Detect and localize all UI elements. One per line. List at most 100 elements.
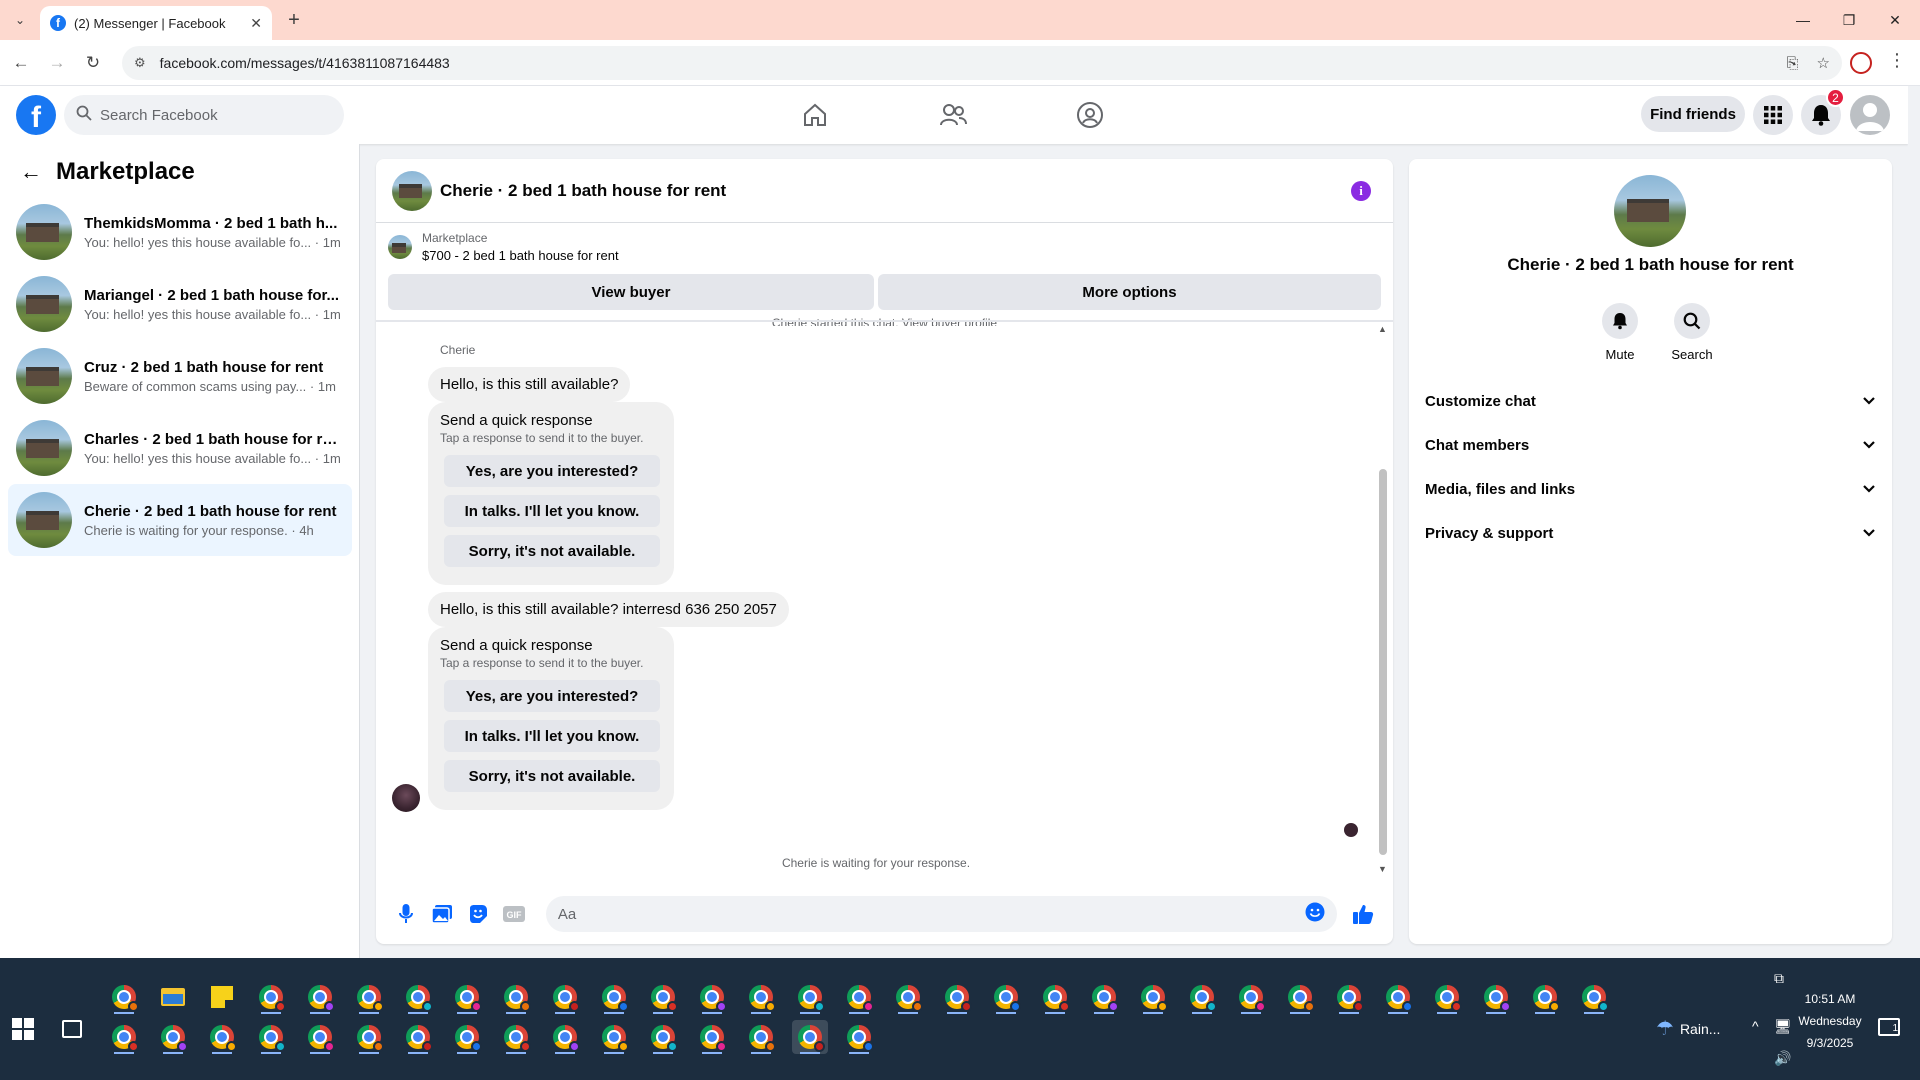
photo-icon[interactable] <box>424 896 460 932</box>
chrome-window-taskbar-icon[interactable] <box>1478 980 1514 1014</box>
chrome-window-taskbar-icon[interactable] <box>498 980 534 1014</box>
message-input-box[interactable] <box>545 896 1338 932</box>
chrome-window-taskbar-icon[interactable] <box>302 1020 338 1054</box>
browser-profile-icon[interactable] <box>1850 52 1872 74</box>
thumbs-up-icon[interactable] <box>1345 896 1381 932</box>
chrome-window-taskbar-icon[interactable] <box>1282 980 1318 1014</box>
facebook-search[interactable] <box>64 95 344 135</box>
chat-scrollbar[interactable]: ▲ ▼ <box>1376 324 1388 874</box>
message-input[interactable] <box>557 905 1306 923</box>
chrome-window-taskbar-icon[interactable] <box>645 980 681 1014</box>
forward-button[interactable]: → <box>44 50 70 76</box>
meet-now-icon[interactable]: ⧉ <box>1774 970 1784 987</box>
scroll-up-arrow-icon[interactable]: ▲ <box>1378 324 1387 334</box>
chat-members-section[interactable]: Chat members <box>1417 423 1884 467</box>
chrome-window-taskbar-icon[interactable] <box>400 980 436 1014</box>
view-buyer-button[interactable]: View buyer <box>388 274 874 310</box>
install-app-icon[interactable]: ⎘ <box>1787 55 1799 72</box>
listing-summary[interactable]: Marketplace $700 - 2 bed 1 bath house fo… <box>388 231 619 263</box>
listing-photo[interactable] <box>1614 175 1686 247</box>
sticky-notes-taskbar-icon[interactable] <box>204 980 240 1014</box>
restore-button[interactable]: ❐ <box>1826 8 1872 32</box>
chrome-window-taskbar-icon[interactable] <box>1037 980 1073 1014</box>
chrome-window-taskbar-icon[interactable] <box>792 980 828 1014</box>
show-hidden-icons-chevron-icon[interactable]: ^ <box>1752 1018 1759 1034</box>
menu-grid-icon[interactable] <box>1753 95 1793 135</box>
close-window-button[interactable]: ✕ <box>1872 8 1918 32</box>
chrome-window-taskbar-icon[interactable] <box>1184 980 1220 1014</box>
chrome-window-taskbar-icon[interactable] <box>841 980 877 1014</box>
chrome-window-taskbar-icon[interactable] <box>155 1020 191 1054</box>
chrome-window-taskbar-icon[interactable] <box>400 1020 436 1054</box>
incoming-message[interactable]: Hello, is this still available? <box>428 367 631 402</box>
quick-response-option[interactable]: Sorry, it's not available. <box>444 760 660 792</box>
scroll-down-arrow-icon[interactable]: ▼ <box>1378 864 1387 874</box>
chrome-window-taskbar-icon[interactable] <box>449 1020 485 1054</box>
browser-menu-icon[interactable]: ⋮ <box>1888 50 1906 71</box>
volume-icon[interactable]: 🔊 <box>1774 1050 1791 1067</box>
chrome-window-taskbar-icon[interactable] <box>1135 980 1171 1014</box>
chrome-window-taskbar-icon[interactable] <box>351 1020 387 1054</box>
conversation-item[interactable]: Mariangel · 2 bed 1 bath house for... Yo… <box>8 268 352 340</box>
page-scrollbar[interactable] <box>1908 86 1920 958</box>
system-clock[interactable]: 10:51 AM Wednesday 9/3/2025 <box>1792 988 1868 1054</box>
reload-button[interactable]: ↻ <box>80 50 106 76</box>
chrome-window-taskbar-icon[interactable] <box>351 980 387 1014</box>
chrome-window-taskbar-icon[interactable] <box>841 1020 877 1054</box>
chrome-window-taskbar-icon[interactable] <box>1380 980 1416 1014</box>
site-info-icon[interactable]: ⚙ <box>134 55 146 71</box>
emoji-icon[interactable] <box>1305 902 1325 927</box>
back-button[interactable]: ← <box>8 50 34 76</box>
chrome-window-taskbar-icon[interactable] <box>1233 980 1269 1014</box>
info-icon[interactable]: i <box>1351 181 1371 201</box>
customize-chat-section[interactable]: Customize chat <box>1417 379 1884 423</box>
chrome-window-taskbar-icon[interactable] <box>1527 980 1563 1014</box>
chrome-window-taskbar-icon[interactable] <box>890 980 926 1014</box>
home-icon[interactable] <box>795 98 835 132</box>
windows-start-icon[interactable] <box>12 1018 34 1040</box>
find-friends-button[interactable]: Find friends <box>1641 96 1745 132</box>
chrome-window-taskbar-icon[interactable] <box>694 980 730 1014</box>
url-text[interactable]: facebook.com/messages/t/4163811087164483 <box>160 55 1769 71</box>
sender-avatar[interactable] <box>392 784 420 812</box>
quick-response-option[interactable]: In talks. I'll let you know. <box>444 720 660 752</box>
conversation-item-active[interactable]: Cherie · 2 bed 1 bath house for rent Che… <box>8 484 352 556</box>
chrome-window-taskbar-icon[interactable] <box>645 1020 681 1054</box>
bookmark-star-icon[interactable]: ☆ <box>1817 54 1830 72</box>
groups-icon[interactable] <box>1070 98 1110 132</box>
chrome-window-taskbar-icon[interactable] <box>1086 980 1122 1014</box>
chrome-window-taskbar-icon[interactable] <box>253 1020 289 1054</box>
conversation-item[interactable]: Charles · 2 bed 1 bath house for rent Yo… <box>8 412 352 484</box>
quick-response-option[interactable]: Yes, are you interested? <box>444 455 660 487</box>
chrome-window-taskbar-icon[interactable] <box>694 1020 730 1054</box>
file-explorer-taskbar-icon[interactable] <box>155 980 191 1014</box>
scrollbar-thumb[interactable] <box>1379 469 1387 855</box>
browser-tab-messenger[interactable]: f (2) Messenger | Facebook ✕ <box>40 6 272 40</box>
chrome-window-taskbar-icon[interactable] <box>547 980 583 1014</box>
chrome-window-taskbar-icon[interactable] <box>988 980 1024 1014</box>
chrome-window-taskbar-icon[interactable] <box>1429 980 1465 1014</box>
sticker-icon[interactable] <box>460 896 496 932</box>
chrome-window-taskbar-icon[interactable] <box>547 1020 583 1054</box>
chrome-window-taskbar-icon[interactable] <box>302 980 338 1014</box>
new-tab-button[interactable]: + <box>282 8 306 32</box>
chrome-window-taskbar-icon[interactable] <box>449 980 485 1014</box>
facebook-logo-icon[interactable]: f <box>16 95 56 135</box>
search-input[interactable] <box>100 106 320 124</box>
quick-response-option[interactable]: Yes, are you interested? <box>444 680 660 712</box>
chrome-window-taskbar-icon[interactable] <box>253 980 289 1014</box>
conversation-item[interactable]: ThemkidsMomma · 2 bed 1 bath h... You: h… <box>8 196 352 268</box>
account-avatar[interactable] <box>1850 95 1890 135</box>
task-view-icon[interactable] <box>62 1020 82 1038</box>
conversation-item[interactable]: Cruz · 2 bed 1 bath house for rent Bewar… <box>8 340 352 412</box>
chrome-window-taskbar-icon[interactable] <box>498 1020 534 1054</box>
chrome-window-taskbar-icon[interactable] <box>596 1020 632 1054</box>
quick-response-option[interactable]: Sorry, it's not available. <box>444 535 660 567</box>
chrome-window-taskbar-icon[interactable] <box>939 980 975 1014</box>
chrome-window-taskbar-icon[interactable] <box>1331 980 1367 1014</box>
quick-response-option[interactable]: In talks. I'll let you know. <box>444 495 660 527</box>
more-options-button[interactable]: More options <box>878 274 1381 310</box>
omnibox[interactable]: ⚙ facebook.com/messages/t/41638110871644… <box>122 46 1842 80</box>
network-icon[interactable]: 🖥 <box>1774 1018 1792 1035</box>
incoming-message[interactable]: Hello, is this still available? interres… <box>428 592 789 627</box>
